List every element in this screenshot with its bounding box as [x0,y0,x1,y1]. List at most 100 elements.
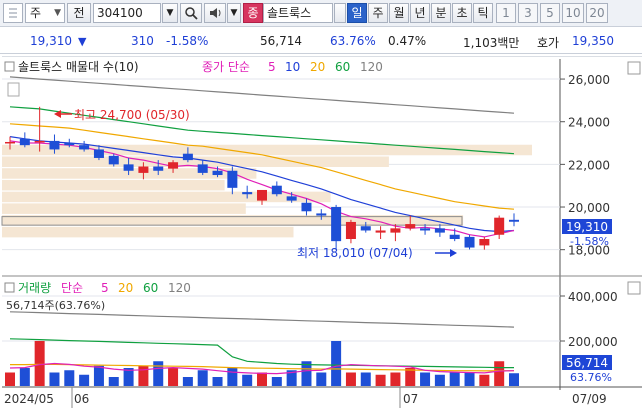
candle-body-4 [64,143,75,146]
current-volume-tag: 56,714 63.76% [562,355,612,384]
period-tab-0[interactable]: 일 [347,3,367,23]
current-price: 19,310 [30,34,72,48]
divider-spacer [334,3,346,23]
x-label-end: 07/09 [572,392,607,406]
volume-bar-33 [494,361,505,386]
candle-body-20 [301,202,312,212]
candle-body-1 [19,138,30,146]
volume-bar-34 [509,373,519,386]
price-tick-label-2: 22,000 [568,158,610,172]
period-tab-3[interactable]: 년 [410,3,430,23]
volume-ma-label-60: 60 [143,281,158,295]
x-label-july: 07 [403,392,418,406]
volume-legend-ma-prefix: 단순 [61,281,83,295]
interval-button-10[interactable]: 10 [562,3,584,23]
quote-bar: 19,310 ▼ 310 -1.58% 56,714 63.76% 0.47% … [0,28,642,54]
period-tab-5[interactable]: 초 [452,3,472,23]
volume-tag-text: 56,714 [566,356,608,370]
volume-bar-6 [93,365,104,386]
scroll-marker[interactable] [7,82,20,97]
period-tab-1[interactable]: 주 [368,3,388,23]
volume-bar-3 [49,372,60,386]
legend-checkbox[interactable] [4,61,15,72]
ask-label: 호가 [537,36,560,50]
candle-body-27 [405,224,416,229]
interval-button-3[interactable]: 3 [518,3,538,23]
volume-ratio: 63.76% [330,34,376,48]
volume-profile-bar-3 [2,179,225,191]
price-ma-label-60: 60 [335,60,350,74]
candle-body-26 [390,228,401,233]
candle-body-9 [138,166,149,173]
low-annotation-text: 최저 18,010 (07/04) [297,246,413,260]
candle-body-12 [182,153,193,161]
price-ma-label-20: 20 [310,60,325,74]
candle-body-25 [375,230,386,233]
candle-body-23 [345,221,356,240]
down-triangle-icon: ▼ [78,35,87,48]
volume-bar-1 [19,368,30,386]
candle-body-22 [331,207,342,242]
candle-body-3 [49,140,60,150]
speaker-icon [210,8,221,18]
price-tick-label-0: 26,000 [568,73,610,87]
stock-name-field[interactable]: 솔트룩스 [263,3,333,23]
period-tab-6[interactable]: 틱 [473,3,493,23]
volume-bar-30 [449,372,460,386]
continuous-button[interactable]: 전 [67,3,91,23]
candle-body-32 [479,239,490,246]
volume-info-text: 56,714주(63.76%) [6,299,105,312]
stock-code-input[interactable]: 304100 [93,3,161,23]
volume-bar-2 [34,341,45,386]
candle-body-28 [420,228,431,231]
volume-value: 56,714 [260,34,302,48]
dropdown-icon: ▼ [230,8,238,18]
volume-profile-bar-7 [2,226,294,238]
interval-button-20[interactable]: 20 [586,3,608,23]
interval-button-1[interactable]: 1 [496,3,516,23]
candle-body-7 [108,155,119,165]
candle-body-31 [464,236,475,248]
drag-handle-icon[interactable] [3,3,23,23]
volume-bar-32 [479,374,490,386]
stock-chart[interactable]: 26,00024,00022,00020,00018,000 400,00020… [0,55,642,412]
candle-body-21 [316,213,327,216]
code-dropdown-button[interactable]: ▼ [162,3,178,23]
candle-body-15 [227,170,238,188]
candle-body-10 [153,166,164,171]
candle-body-2 [34,140,45,143]
x-label-start: 2024/05 [4,392,54,406]
period-tab-4[interactable]: 분 [431,3,451,23]
volume-bar-13 [197,370,208,386]
candle-body-29 [434,228,445,233]
period-tab-2[interactable]: 월 [389,3,409,23]
high-annotation-text: 최고 24,700 (05/30) [74,108,190,122]
candle-body-19 [286,196,297,201]
price-tag-text: 19,310 [566,220,608,234]
volume-bar-24 [360,372,371,386]
volume-legend-checkbox[interactable] [4,282,15,293]
volume-ma-label-5: 5 [101,281,109,295]
sound-dropdown-button[interactable]: ▼ [227,3,241,23]
volume-bar-14 [212,377,223,386]
chart-area[interactable]: 26,000 24,000 22,000 20,000 18,000 400,000 20… [0,55,642,412]
price-ma-label-10: 10 [285,60,300,74]
volume-ma-label-20: 20 [118,281,133,295]
sound-button[interactable] [204,3,226,23]
volume-tick-label-0: 400,000 [568,290,618,304]
volume-profile-bar-5 [2,203,246,214]
collapse-price-panel-button[interactable] [627,61,641,75]
volume-bar-16 [242,374,253,386]
volume-bar-0 [5,372,15,386]
candle-body-30 [449,234,460,240]
candle-body-16 [242,192,253,195]
volume-bar-9 [138,365,149,386]
price-ma-label-5: 5 [268,60,276,74]
search-button[interactable] [180,3,202,23]
interval-button-5[interactable]: 5 [540,3,560,23]
change-percent: -1.58% [166,34,209,48]
volume-bar-15 [227,368,238,386]
volume-y-ticks: 400,000 200,000 [560,290,618,349]
collapse-volume-panel-button[interactable] [627,281,641,295]
market-select[interactable]: 주 ▼ [25,3,65,23]
